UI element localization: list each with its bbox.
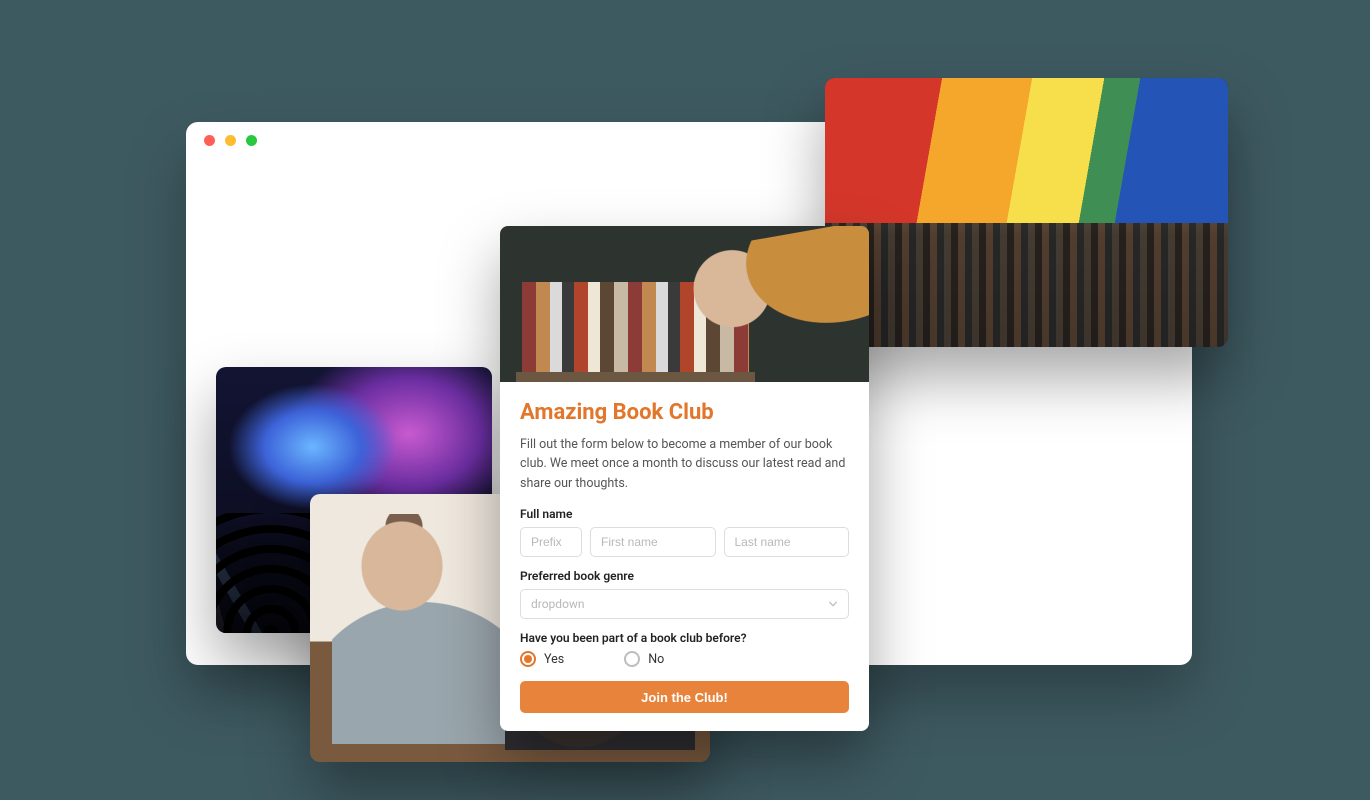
genre-label: Preferred book genre (520, 569, 849, 583)
radio-no[interactable]: No (624, 651, 664, 667)
first-name-input[interactable] (590, 527, 716, 557)
radio-icon (520, 651, 536, 667)
chevron-down-icon (828, 599, 838, 609)
submit-button[interactable]: Join the Club! (520, 681, 849, 713)
last-name-input[interactable] (724, 527, 850, 557)
radio-yes[interactable]: Yes (520, 651, 564, 667)
maximize-icon[interactable] (246, 135, 257, 146)
radio-no-label: No (648, 652, 664, 667)
form-hero-image (500, 226, 869, 382)
prior-label: Have you been part of a book club before… (520, 631, 849, 645)
radio-icon (624, 651, 640, 667)
minimize-icon[interactable] (225, 135, 236, 146)
genre-selected-value: dropdown (531, 597, 585, 611)
signup-form-card: Amazing Book Club Fill out the form belo… (500, 226, 869, 731)
form-title: Amazing Book Club (520, 400, 849, 425)
radio-yes-label: Yes (544, 652, 564, 667)
photo-rainbow-crowd (825, 78, 1228, 347)
full-name-label: Full name (520, 507, 849, 521)
form-description: Fill out the form below to become a memb… (520, 435, 849, 493)
close-icon[interactable] (204, 135, 215, 146)
genre-dropdown[interactable]: dropdown (520, 589, 849, 619)
prefix-input[interactable] (520, 527, 582, 557)
